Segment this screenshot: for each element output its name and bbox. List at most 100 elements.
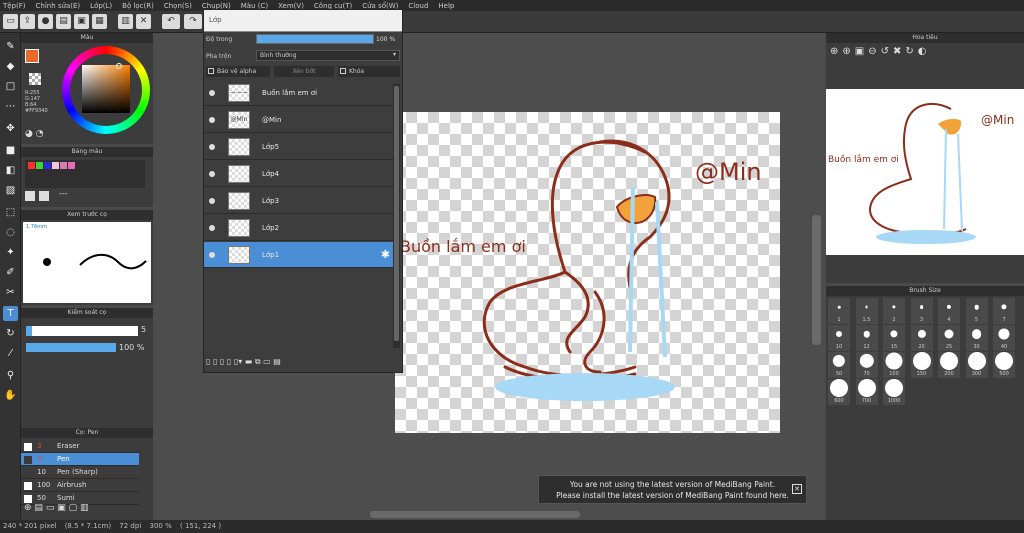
brush-export-icon[interactable]: ▢ [69, 503, 78, 513]
brush-size-cell[interactable]: 600 [828, 379, 850, 405]
layer-row[interactable]: ——— Buồn lắm em ơi [204, 80, 394, 106]
protect-alpha-box[interactable] [208, 68, 214, 74]
brush-settings-icon[interactable]: ▭ [46, 503, 55, 513]
layer-list-scrollbar[interactable] [393, 84, 400, 348]
brush-size-cell[interactable]: 1000 [883, 379, 905, 405]
move-tool-icon[interactable]: ✥ [3, 121, 18, 136]
fit-window-icon[interactable]: ▣ [855, 46, 868, 57]
brush-size-cell[interactable]: 200 [938, 352, 960, 378]
lock-box[interactable] [340, 68, 346, 74]
vertical-scrollbar[interactable] [812, 215, 821, 345]
palette-swatch[interactable] [68, 162, 75, 169]
reset-view-icon[interactable]: ✖ [893, 46, 905, 57]
color-mode-icon[interactable]: ◕ ◔ [25, 129, 44, 139]
new-layer-1bit-icon[interactable]: ▯ [220, 357, 224, 366]
brush-size-cell[interactable]: 3 [910, 298, 933, 324]
brush-list-item[interactable]: 3 Pen [21, 453, 139, 466]
magic-wand-icon[interactable]: ✦ [3, 245, 18, 260]
artboard[interactable]: @Min Buồn lắm em ơi [395, 112, 780, 433]
layer-row[interactable]: Lớp5 [204, 134, 394, 160]
eraser-tool-icon[interactable]: ◆ [3, 59, 18, 74]
shape-tool-icon[interactable]: □ [3, 79, 18, 94]
brush-list-item[interactable]: 10 Pen (Sharp) [21, 466, 139, 479]
color-picker-cursor[interactable] [116, 63, 122, 69]
brush-list-item[interactable]: 3 Eraser [21, 440, 139, 453]
layer-menu-icon[interactable]: ▯▾ [234, 357, 242, 366]
layer-row[interactable]: Lớp2 [204, 215, 394, 241]
layer-visibility-icon[interactable] [209, 252, 215, 258]
brush-size-slider[interactable] [26, 326, 138, 336]
brush-size-cell[interactable]: 1.5 [855, 298, 878, 324]
layer-opacity-slider[interactable] [256, 34, 374, 44]
palette-swatch[interactable] [28, 162, 35, 169]
brush-size-cell[interactable]: 7 [993, 298, 1015, 324]
horizontal-scrollbar[interactable] [370, 511, 580, 518]
menu-filter[interactable]: Bộ lọc(R) [122, 2, 154, 10]
brush-list-item[interactable]: 100 Airbrush [21, 479, 139, 492]
new-layer-8bit-icon[interactable]: ▯ [213, 357, 217, 366]
brush-size-cell[interactable]: 20 [910, 325, 933, 351]
comment-icon[interactable]: ● [38, 14, 53, 29]
menu-file[interactable]: Tệp(F) [3, 2, 26, 10]
operation-tool-icon[interactable]: ↻ [3, 326, 18, 341]
monitor-icon[interactable]: ▣ [74, 14, 89, 29]
layer-visibility-icon[interactable] [209, 171, 215, 177]
layer-visibility-icon[interactable] [209, 225, 215, 231]
brush-size-cell[interactable]: 1 [828, 298, 850, 324]
brush-size-cell[interactable]: 70 [855, 352, 878, 378]
brush-size-cell[interactable]: 500 [993, 352, 1015, 378]
navigator-preview[interactable]: @Min Buồn lắm em ơi [826, 89, 1024, 255]
select-pen-icon[interactable]: ✐ [3, 265, 18, 280]
layer-list-scroll-thumb[interactable] [394, 86, 399, 341]
zoom-in-icon[interactable]: ⊕ [830, 46, 842, 57]
grid-icon[interactable]: ▦ [92, 14, 107, 29]
layer-visibility-icon[interactable] [209, 144, 215, 150]
zoom-out-icon[interactable]: ⊖ [868, 46, 880, 57]
brush-size-cell[interactable]: 50 [828, 352, 850, 378]
lasso-icon[interactable]: ◌ [3, 225, 18, 240]
zoom-fit-icon[interactable]: ⊕ [842, 46, 854, 57]
update-notification[interactable]: You are not using the latest version of … [538, 475, 807, 504]
layer-row[interactable]: Lớp3 [204, 188, 394, 214]
menu-select[interactable]: Chọn(S) [164, 2, 192, 10]
clipping-button[interactable]: Xén bớt [274, 66, 334, 77]
brush-folder-icon[interactable]: ▣ [57, 503, 66, 513]
delete-brush-icon[interactable]: ▥ [80, 503, 89, 513]
bucket-tool-icon[interactable]: ◧ [3, 163, 18, 178]
add-brush-icon[interactable]: ⊕ [24, 503, 32, 513]
brush-size-cell[interactable]: 5 [965, 298, 988, 324]
layer-folder-icon[interactable]: ▬ [245, 357, 253, 366]
brush-size-cell[interactable]: 300 [965, 352, 988, 378]
transparent-color-icon[interactable] [29, 73, 41, 85]
new-file-icon[interactable]: ▭ [3, 14, 18, 29]
brush-size-cell[interactable]: 40 [993, 325, 1015, 351]
eyedropper-icon[interactable]: ⚲ [3, 368, 18, 383]
layer-row[interactable]: @Min @Min [204, 107, 394, 133]
delete-swatch-icon[interactable] [39, 191, 49, 201]
layer-visibility-icon[interactable] [209, 90, 215, 96]
rotate-left-icon[interactable]: ↺ [881, 46, 893, 57]
halftone-layer-icon[interactable]: ▯ [227, 357, 231, 366]
brush-size-cell[interactable]: 10 [828, 325, 850, 351]
close-canvas-icon[interactable]: ✕ [136, 14, 151, 29]
brush-size-cell[interactable]: 4 [938, 298, 960, 324]
divide-tool-icon[interactable]: ⁄ [3, 346, 18, 361]
blend-mode-select[interactable]: Bình thường ▾ [256, 50, 400, 61]
palette-swatch[interactable] [60, 162, 67, 169]
brush-size-cell[interactable]: 150 [910, 352, 933, 378]
export-icon[interactable]: ⇪ [20, 14, 35, 29]
duplicate-layer-icon[interactable]: ⧉ [255, 357, 261, 366]
protect-alpha-checkbox[interactable]: Bảo vệ alpha [206, 66, 270, 77]
menu-help[interactable]: Help [438, 2, 454, 10]
palette-swatch[interactable] [44, 162, 51, 169]
saturation-value-square[interactable] [82, 65, 130, 113]
brush-size-cell[interactable]: 12 [855, 325, 878, 351]
layer-row[interactable]: Lớp4 [204, 161, 394, 187]
copy-brush-icon[interactable]: ▤ [34, 503, 43, 513]
redo-icon[interactable]: ↷ [184, 14, 202, 29]
brush-tool-icon[interactable]: ✎ [3, 39, 18, 54]
gradient-tool-icon[interactable]: ▨ [3, 183, 18, 198]
brush-size-cell[interactable]: 2 [883, 298, 905, 324]
foreground-color-swatch[interactable] [25, 49, 39, 63]
brush-opacity-slider[interactable] [26, 343, 116, 352]
